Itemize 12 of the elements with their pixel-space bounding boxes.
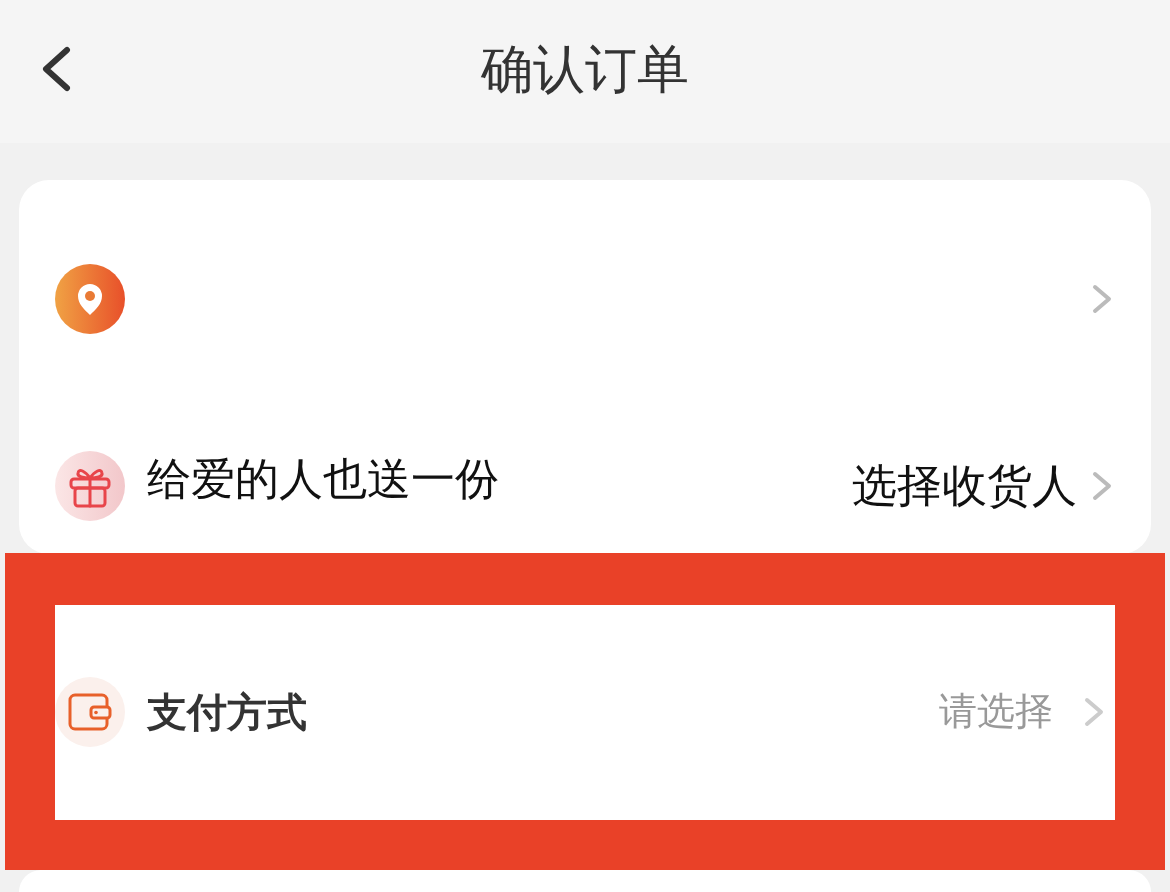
row-label: 给爱的人也送一份	[147, 452, 499, 506]
recipient-select-link[interactable]: 选择收货人	[852, 459, 1077, 513]
gift-icon	[55, 451, 125, 521]
chevron-right-icon	[1083, 696, 1105, 728]
chevron-left-icon	[40, 45, 72, 92]
location-pin-icon	[55, 264, 125, 334]
row-label: 支付方式	[147, 688, 307, 736]
chevron-right-icon	[1091, 283, 1113, 315]
chevron-right-icon	[1091, 470, 1113, 502]
wallet-icon	[55, 677, 125, 747]
back-button[interactable]	[40, 45, 72, 92]
page-title: 确认订单	[481, 38, 689, 101]
